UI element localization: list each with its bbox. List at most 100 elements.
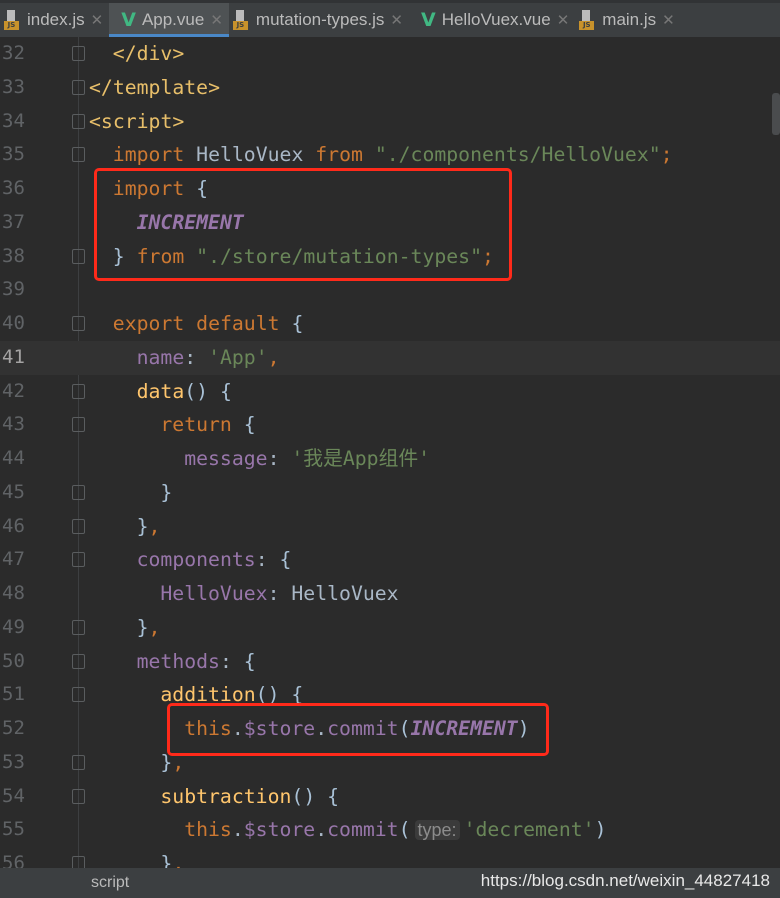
code-token: methods bbox=[136, 649, 220, 673]
code-token: $store bbox=[243, 818, 316, 842]
js-file-icon: JS bbox=[4, 10, 22, 30]
code-token: ) bbox=[594, 818, 607, 842]
fold-icon[interactable] bbox=[72, 653, 85, 669]
line-number: 39 bbox=[2, 278, 25, 301]
tab-label: index.js bbox=[27, 10, 85, 29]
line-number: 36 bbox=[2, 177, 25, 199]
fold-icon[interactable] bbox=[72, 147, 85, 163]
code-token: subtraction bbox=[160, 784, 292, 808]
code-line[interactable]: 40 export default { bbox=[0, 307, 780, 341]
code-line[interactable]: 55 this.$store.commit(type:'decrement') bbox=[0, 813, 780, 847]
code-token: 'App' bbox=[208, 345, 268, 369]
code-line[interactable]: 33 </template> bbox=[0, 71, 780, 105]
fold-icon[interactable] bbox=[72, 248, 85, 264]
code-token: from bbox=[315, 143, 375, 167]
tab-label: App.vue bbox=[141, 10, 205, 29]
code-token: name bbox=[136, 345, 185, 369]
code-line[interactable]: 41 name: 'App', bbox=[0, 340, 780, 375]
code-text: }, bbox=[160, 847, 184, 868]
code-text: import HelloVuex from "./components/Hell… bbox=[113, 138, 673, 172]
close-icon[interactable]: ✕ bbox=[662, 11, 675, 29]
code-line[interactable]: 46}, bbox=[0, 510, 780, 544]
fold-icon[interactable] bbox=[72, 518, 85, 534]
code-line[interactable]: 47 components: { bbox=[0, 543, 780, 577]
fold-icon[interactable] bbox=[72, 484, 85, 500]
line-number: 41 bbox=[2, 345, 25, 368]
code-token: } bbox=[160, 480, 173, 504]
fold-icon[interactable] bbox=[72, 316, 85, 331]
code-token: } bbox=[160, 852, 173, 868]
code-line[interactable]: 43 return { bbox=[0, 408, 780, 442]
line-number: 47 bbox=[2, 548, 25, 571]
code-token: import bbox=[112, 143, 197, 167]
code-line[interactable]: 50 methods: { bbox=[0, 645, 780, 679]
code-line[interactable]: 32 </div> bbox=[0, 37, 780, 71]
code-text: data() { bbox=[137, 375, 232, 409]
tab-app-vue[interactable]: V App.vue ✕ bbox=[109, 3, 229, 37]
code-token: . bbox=[315, 818, 328, 842]
tab-label: main.js bbox=[602, 10, 657, 29]
line-number: 43 bbox=[2, 413, 25, 436]
highlight-box-commit bbox=[167, 703, 549, 756]
line-number: 42 bbox=[2, 379, 25, 402]
code-line[interactable]: 45} bbox=[0, 476, 780, 510]
code-token: , bbox=[148, 514, 161, 538]
js-file-icon: JS bbox=[579, 10, 597, 30]
close-icon[interactable]: ✕ bbox=[210, 11, 223, 29]
fold-icon[interactable] bbox=[72, 552, 85, 568]
fold-icon[interactable] bbox=[72, 79, 85, 95]
code-text: </div> bbox=[113, 37, 184, 71]
breadcrumb[interactable]: script bbox=[91, 874, 129, 892]
code-text: components: { bbox=[137, 543, 292, 577]
fold-icon[interactable] bbox=[72, 46, 85, 61]
code-line[interactable]: 34 <script> bbox=[0, 105, 780, 139]
line-number: 45 bbox=[2, 480, 25, 503]
fold-icon[interactable] bbox=[72, 113, 85, 129]
code-line[interactable]: 48 HelloVuex: HelloVuex bbox=[0, 577, 780, 611]
fold-icon[interactable] bbox=[72, 788, 85, 804]
code-token: data bbox=[136, 379, 185, 403]
line-number: 37 bbox=[2, 210, 25, 233]
parameter-hint: type: bbox=[414, 820, 460, 841]
close-icon[interactable]: ✕ bbox=[557, 11, 570, 29]
fold-icon[interactable] bbox=[72, 856, 85, 868]
code-text: </template> bbox=[89, 71, 220, 105]
code-token: , bbox=[148, 615, 161, 639]
code-token: , bbox=[267, 345, 280, 369]
tab-mutation-types-js[interactable]: JS mutation-types.js ✕ bbox=[229, 3, 409, 37]
close-icon[interactable]: ✕ bbox=[91, 11, 104, 29]
code-token: { bbox=[243, 649, 256, 673]
code-line[interactable]: 49}, bbox=[0, 611, 780, 645]
line-number: 54 bbox=[2, 784, 25, 807]
line-number: 33 bbox=[2, 75, 25, 98]
tab-main-js[interactable]: JS main.js ✕ bbox=[575, 3, 680, 37]
code-line[interactable]: 54 subtraction() { bbox=[0, 780, 780, 814]
tab-hellovuex-vue[interactable]: V HelloVuex.vue ✕ bbox=[409, 3, 575, 37]
code-token: () { bbox=[184, 379, 232, 403]
code-line[interactable]: 42 data() { bbox=[0, 375, 780, 409]
code-token: </div> bbox=[112, 42, 185, 65]
fold-icon[interactable] bbox=[72, 687, 85, 703]
tab-index-js[interactable]: JS index.js ✕ bbox=[0, 3, 109, 37]
line-number: 44 bbox=[2, 447, 25, 469]
vue-icon: V bbox=[420, 9, 436, 31]
tab-label: mutation-types.js bbox=[255, 10, 385, 29]
line-number: 48 bbox=[2, 582, 25, 604]
vue-icon: V bbox=[121, 9, 136, 31]
code-token: export default bbox=[112, 312, 292, 335]
close-icon[interactable]: ✕ bbox=[390, 11, 403, 29]
line-number: 50 bbox=[2, 649, 25, 672]
code-line[interactable]: 35 import HelloVuex from "./components/He… bbox=[0, 138, 780, 172]
fold-icon[interactable] bbox=[72, 383, 85, 399]
fold-icon[interactable] bbox=[72, 619, 85, 635]
code-token: </template> bbox=[89, 75, 221, 99]
code-token: { bbox=[291, 312, 304, 335]
code-token: , bbox=[172, 852, 185, 868]
fold-icon[interactable] bbox=[72, 754, 85, 770]
code-line[interactable]: 44 message: '我是App组件' bbox=[0, 442, 780, 476]
code-line[interactable]: 56}, bbox=[0, 847, 780, 868]
code-text: name: 'App', bbox=[137, 341, 280, 375]
fold-icon[interactable] bbox=[72, 417, 85, 433]
code-token: '我是App组件' bbox=[291, 447, 431, 470]
code-text: return { bbox=[160, 408, 255, 442]
